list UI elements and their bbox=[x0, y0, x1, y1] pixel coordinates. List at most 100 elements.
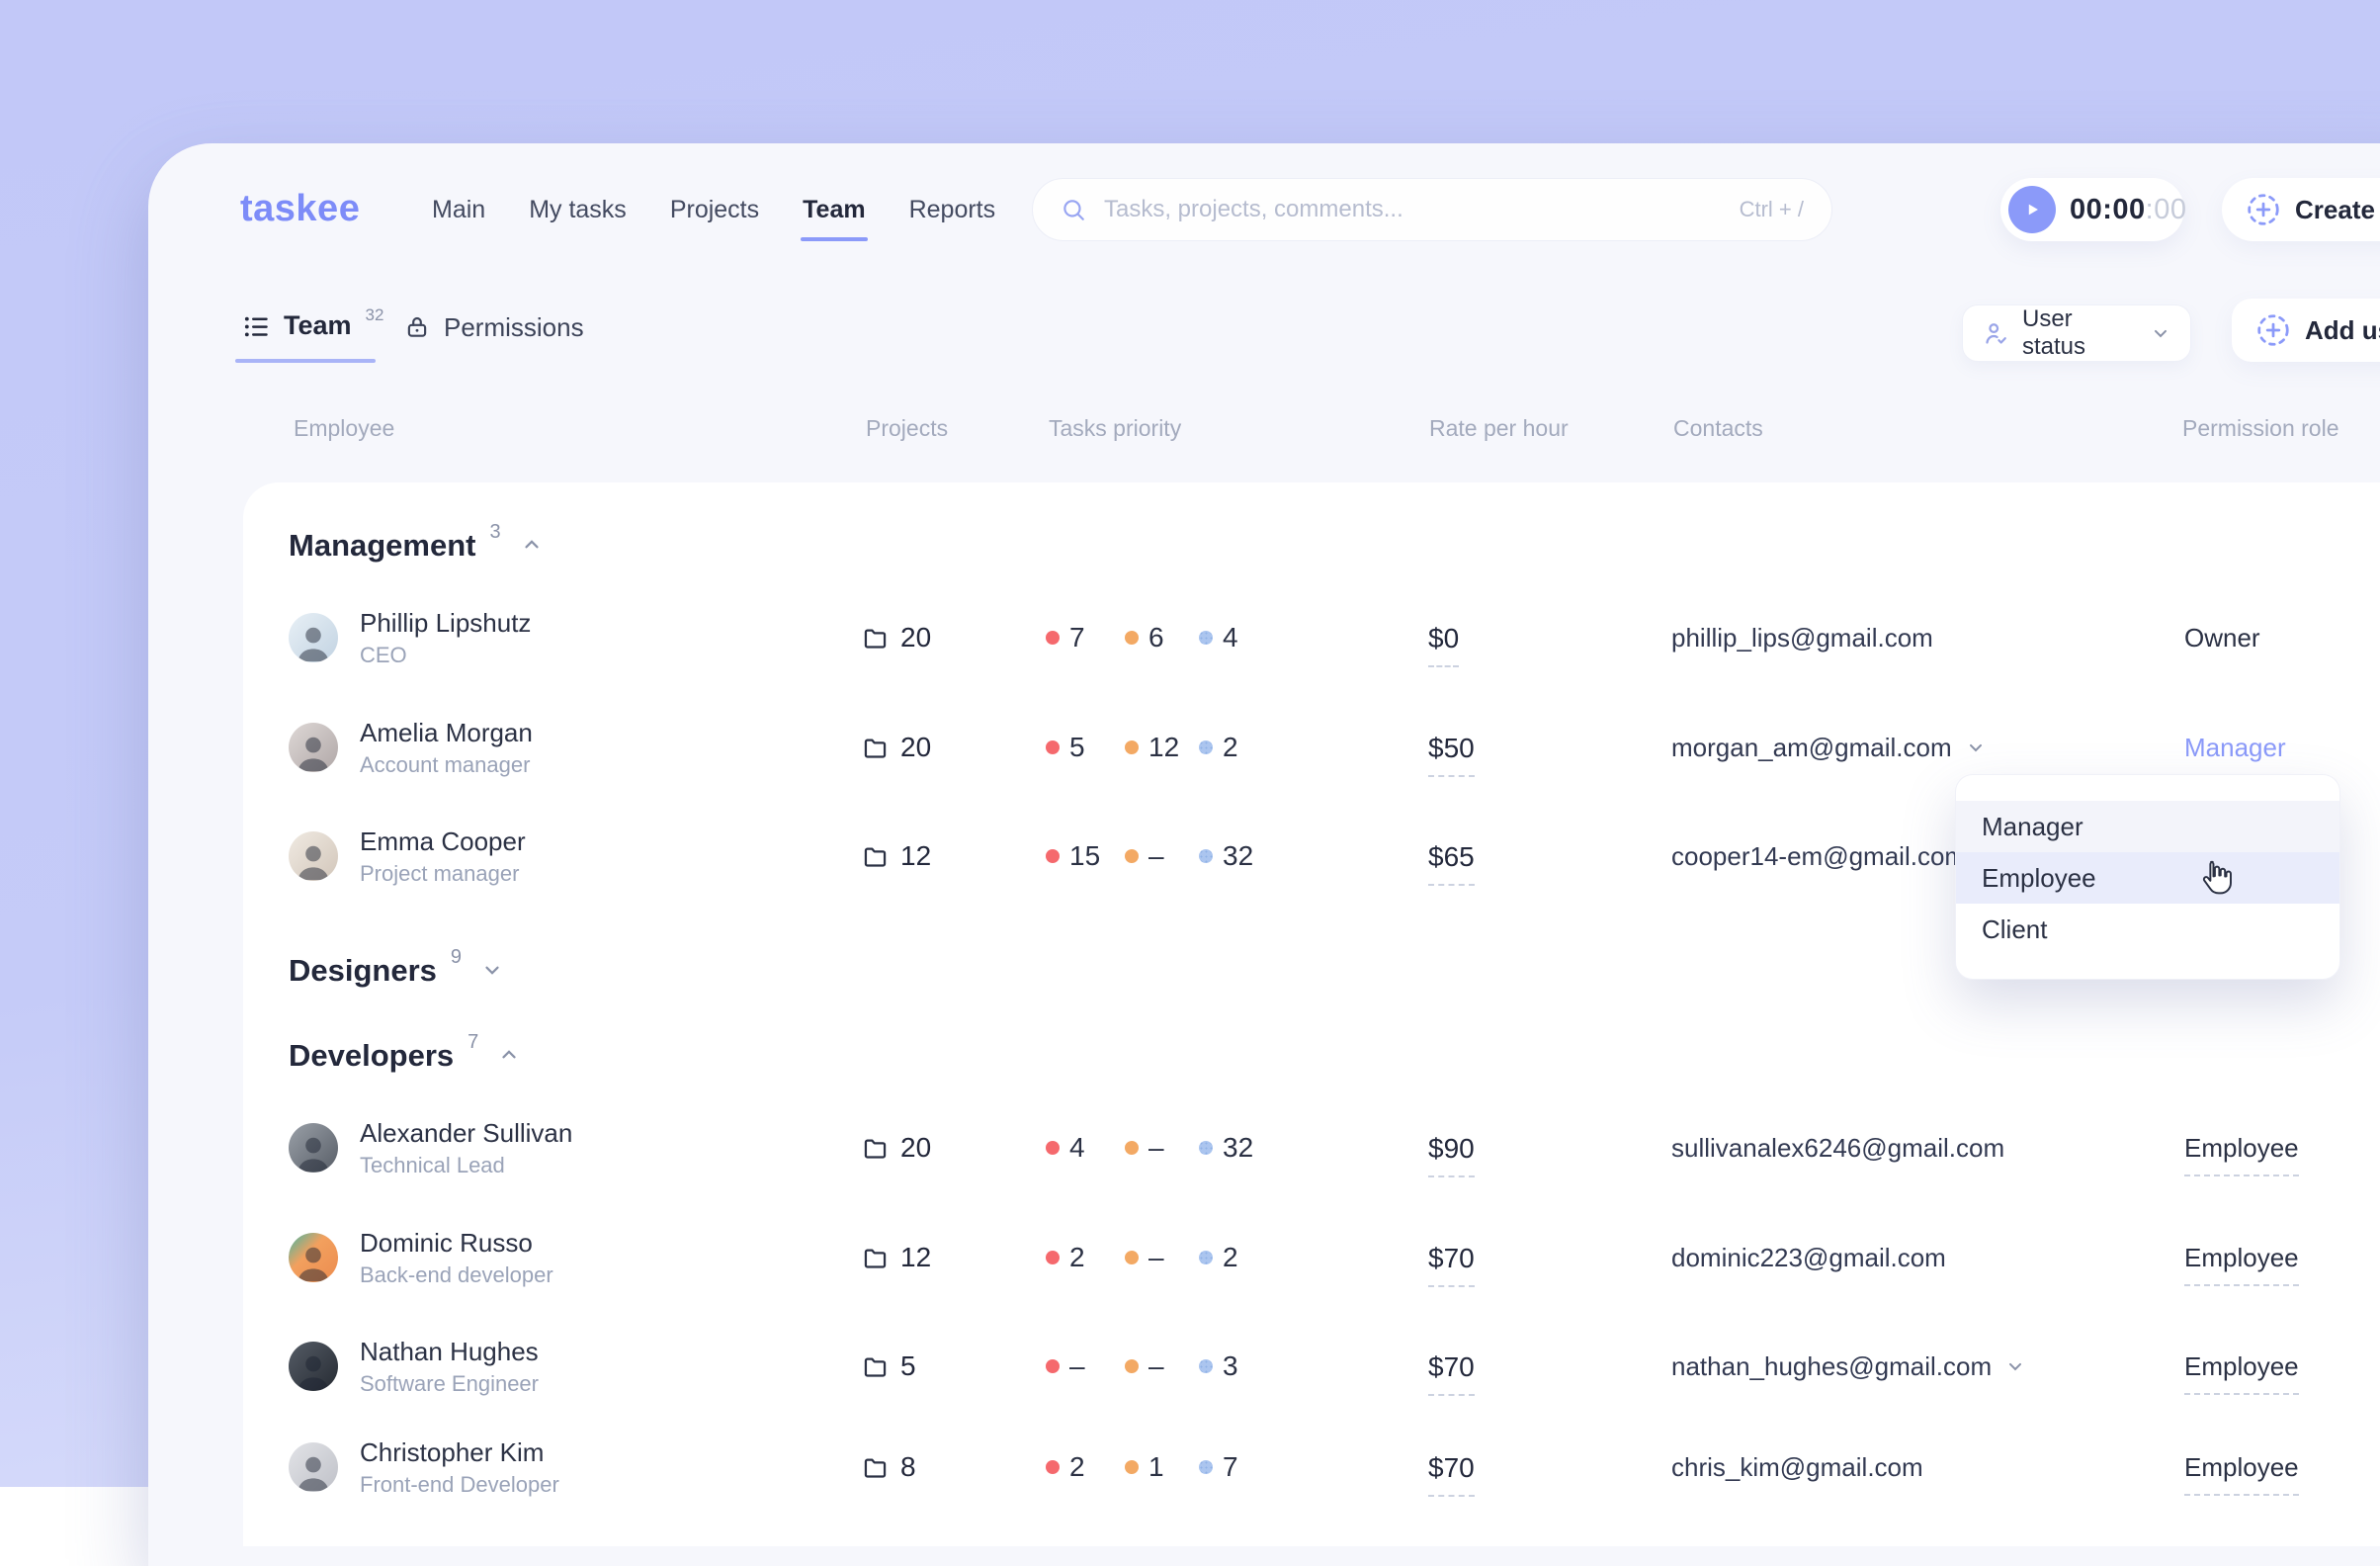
chevron-down-icon[interactable] bbox=[1966, 738, 1986, 757]
employee-cell: Nathan HughesSoftware Engineer bbox=[289, 1312, 539, 1421]
rate-value[interactable]: $0 bbox=[1428, 623, 1459, 667]
email: dominic223@gmail.com bbox=[1671, 1243, 1946, 1273]
lock-icon bbox=[404, 314, 430, 340]
projects-count: 20 bbox=[900, 622, 931, 653]
permission-cell: Employee bbox=[2184, 1093, 2299, 1202]
permission-dropdown-trigger[interactable]: Manager bbox=[2184, 733, 2286, 776]
projects-cell: 20 bbox=[862, 693, 931, 802]
nav-team[interactable]: Team bbox=[803, 196, 865, 224]
employee-name: Alexander Sullivan bbox=[360, 1120, 572, 1146]
nav-reports[interactable]: Reports bbox=[909, 196, 996, 224]
group-name: Designers bbox=[289, 955, 437, 986]
priority-medium-dot bbox=[1125, 1460, 1139, 1474]
tab-team-label: Team bbox=[284, 312, 352, 339]
tab-permissions[interactable]: Permissions bbox=[404, 314, 584, 340]
chevron-up-icon[interactable] bbox=[498, 1044, 520, 1071]
search-shortcut: Ctrl + / bbox=[1740, 197, 1804, 222]
priority-medium-cell: 6 bbox=[1125, 583, 1164, 692]
nav-my-tasks[interactable]: My tasks bbox=[529, 196, 627, 224]
permission-role-dropdown: Manager Employee Client bbox=[1955, 774, 2340, 980]
priority-low-dot bbox=[1199, 1251, 1213, 1264]
dropdown-option-employee[interactable]: Employee bbox=[1956, 852, 2339, 904]
contacts-cell: cooper14-em@gmail.com bbox=[1671, 802, 1966, 911]
search-input[interactable]: Tasks, projects, comments... Ctrl + / bbox=[1032, 178, 1832, 241]
dropdown-option-client[interactable]: Client bbox=[1956, 904, 2339, 955]
nav-main[interactable]: Main bbox=[432, 196, 485, 224]
nav-projects[interactable]: Projects bbox=[670, 196, 759, 224]
priority-low-cell: 32 bbox=[1199, 802, 1253, 911]
rate-value[interactable]: $50 bbox=[1428, 733, 1475, 777]
priority-high-dot bbox=[1046, 1251, 1060, 1264]
group-header-designers: Designers 9 bbox=[289, 955, 503, 986]
employee-cell: Dominic RussoBack-end developer bbox=[289, 1203, 553, 1312]
permission-value: Owner bbox=[2184, 623, 2260, 653]
user-check-icon bbox=[1983, 320, 2009, 347]
avatar bbox=[289, 1342, 338, 1391]
priority-low-cell: 2 bbox=[1199, 693, 1238, 802]
avatar bbox=[289, 723, 338, 772]
employee-name: Amelia Morgan bbox=[360, 720, 533, 745]
priority-high-dot bbox=[1046, 849, 1060, 863]
contacts-cell: sullivanalex6246@gmail.com bbox=[1671, 1093, 2004, 1202]
rate-value[interactable]: $70 bbox=[1428, 1351, 1475, 1396]
avatar bbox=[289, 831, 338, 881]
employee-name: Phillip Lipshutz bbox=[360, 610, 531, 636]
priority-medium-dot bbox=[1125, 1359, 1139, 1373]
chevron-down-icon[interactable] bbox=[2005, 1356, 2025, 1376]
timer-widget: 00:00 :00 bbox=[2000, 178, 2184, 241]
priority-high-cell: 2 bbox=[1046, 1203, 1085, 1312]
employee-cell: Christopher KimFront-end Developer bbox=[289, 1413, 559, 1522]
employee-cell: Amelia Morgan Account manager bbox=[289, 693, 533, 802]
priority-medium-cell: – bbox=[1125, 1093, 1164, 1202]
rate-value[interactable]: $65 bbox=[1428, 841, 1475, 886]
search-icon bbox=[1061, 197, 1086, 222]
priority-high-cell: – bbox=[1046, 1312, 1085, 1421]
rate-value[interactable]: $90 bbox=[1428, 1133, 1475, 1177]
permission-dropdown-trigger[interactable]: Employee bbox=[2184, 1133, 2299, 1176]
folder-icon bbox=[862, 1245, 889, 1271]
rate-value[interactable]: $70 bbox=[1428, 1243, 1475, 1287]
create-task-button[interactable]: Create task bbox=[2222, 178, 2380, 241]
permission-dropdown-trigger[interactable]: Employee bbox=[2184, 1351, 2299, 1395]
rate-value[interactable]: $70 bbox=[1428, 1452, 1475, 1497]
tab-team[interactable]: Team 32 bbox=[243, 312, 383, 340]
column-header-permission-role: Permission role bbox=[2182, 415, 2339, 442]
rate-cell: $65 bbox=[1428, 802, 1475, 911]
employee-cell: Alexander SullivanTechnical Lead bbox=[289, 1093, 572, 1202]
employee-role: Back-end developer bbox=[360, 1264, 553, 1286]
priority-high-cell: 2 bbox=[1046, 1413, 1085, 1522]
projects-count: 20 bbox=[900, 1132, 931, 1164]
column-header-tasks-priority: Tasks priority bbox=[1049, 415, 1181, 442]
priority-high-cell: 7 bbox=[1046, 583, 1085, 692]
play-icon bbox=[2021, 199, 2043, 220]
group-count: 3 bbox=[489, 521, 500, 544]
priority-high-cell: 5 bbox=[1046, 693, 1085, 802]
employee-role: Account manager bbox=[360, 754, 533, 776]
table-row: Nathan HughesSoftware Engineer 5 – – 3 $… bbox=[0, 1312, 2380, 1421]
priority-medium-dot bbox=[1125, 1251, 1139, 1264]
contacts-cell: morgan_am@gmail.com bbox=[1671, 693, 1986, 802]
email: cooper14-em@gmail.com bbox=[1671, 841, 1966, 872]
folder-icon bbox=[862, 843, 889, 870]
column-header-contacts: Contacts bbox=[1673, 415, 1763, 442]
email: chris_kim@gmail.com bbox=[1671, 1452, 1923, 1483]
user-status-button[interactable]: User status bbox=[1962, 304, 2191, 362]
permission-dropdown-trigger[interactable]: Employee bbox=[2184, 1452, 2299, 1496]
play-button[interactable] bbox=[2008, 186, 2056, 233]
priority-medium-cell: – bbox=[1125, 802, 1164, 911]
column-header-projects: Projects bbox=[866, 415, 948, 442]
employee-role: CEO bbox=[360, 645, 531, 666]
priority-medium-dot bbox=[1125, 1141, 1139, 1155]
permission-dropdown-trigger[interactable]: Employee bbox=[2184, 1243, 2299, 1286]
dropdown-option-manager[interactable]: Manager bbox=[1956, 801, 2339, 852]
priority-low-dot bbox=[1199, 1141, 1213, 1155]
contacts-cell: nathan_hughes@gmail.com bbox=[1671, 1312, 2025, 1421]
priority-medium-cell: – bbox=[1125, 1312, 1164, 1421]
chevron-up-icon[interactable] bbox=[521, 534, 543, 561]
rate-cell: $70 bbox=[1428, 1312, 1475, 1421]
add-user-button[interactable]: Add user bbox=[2232, 299, 2380, 362]
chevron-down-icon[interactable] bbox=[481, 959, 503, 986]
app-logo[interactable]: taskee bbox=[240, 188, 360, 230]
projects-count: 12 bbox=[900, 1242, 931, 1273]
rate-cell: $50 bbox=[1428, 693, 1475, 802]
